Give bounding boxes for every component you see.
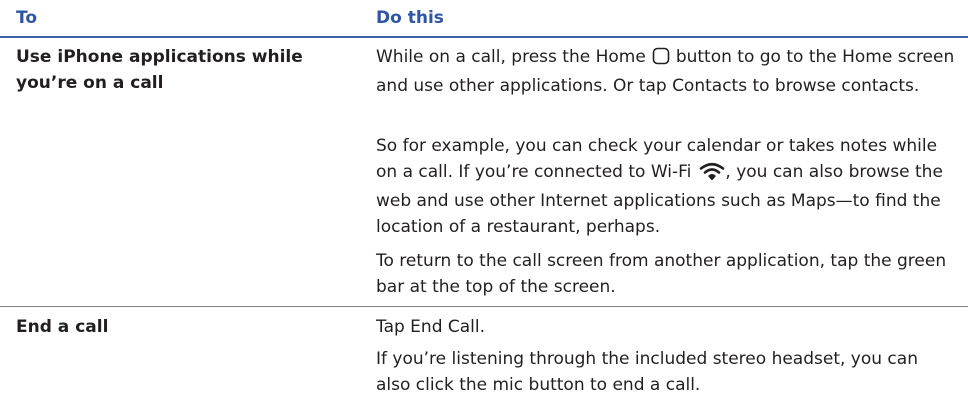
home-button-icon: [652, 47, 670, 73]
column-header-do-this: Do this: [376, 8, 444, 28]
header-rule: [0, 36, 968, 38]
paragraph-text: While on a call, press the Home: [376, 47, 646, 67]
column-header-to: To: [16, 8, 38, 28]
row-paragraph: While on a call, press the Home button to…: [376, 44, 956, 99]
row-divider: [0, 306, 968, 307]
row-paragraph: So for example, you can check your calen…: [376, 133, 956, 240]
table-header-row: To Do this: [0, 0, 968, 36]
row-paragraph: Tap End Call.: [376, 317, 486, 337]
row-paragraph: If you’re listening through the included…: [376, 349, 918, 395]
row-paragraph: To return to the call screen from anothe…: [376, 251, 947, 297]
wifi-icon: [699, 162, 725, 188]
row-label-end-call: End a call: [16, 317, 109, 337]
row-label-use-apps: Use iPhone applications while you’re on …: [16, 47, 303, 93]
